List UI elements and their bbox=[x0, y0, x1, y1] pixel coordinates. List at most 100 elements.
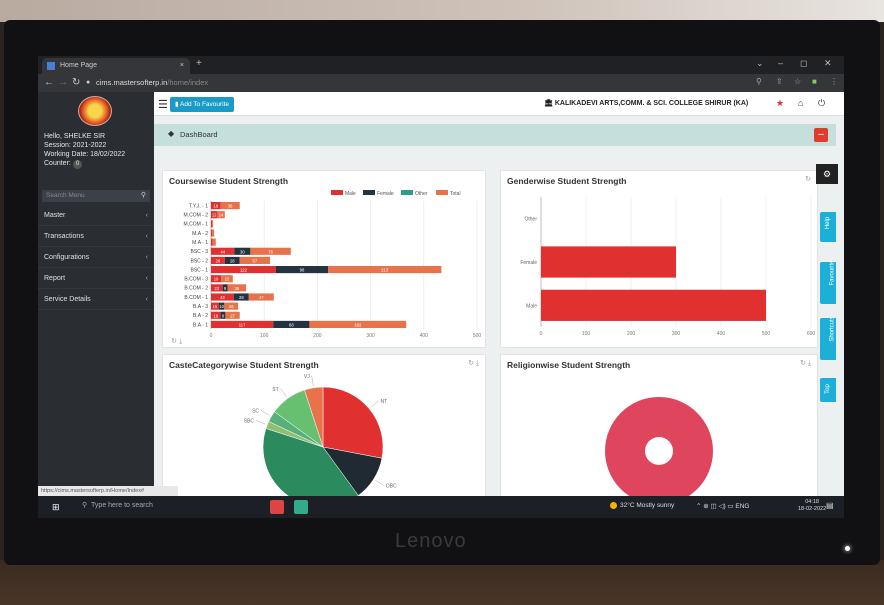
chevron-left-icon: ‹ bbox=[145, 233, 148, 240]
bar-value-label: 10 bbox=[219, 304, 224, 309]
religionwise-chart bbox=[605, 397, 713, 501]
refresh-download-icon: ↻ ⤓ bbox=[171, 337, 182, 345]
settings-gear-icon[interactable]: ⚙ bbox=[816, 164, 838, 184]
system-tray[interactable]: ⌃ ⊕ ◫ ◁) ▭ ENG bbox=[696, 502, 749, 510]
pie-leader-line bbox=[260, 410, 270, 416]
hamburger-icon[interactable]: ☰ bbox=[158, 98, 168, 111]
browser-tabbar: Home Page × + ⌄ – ◻ ✕ bbox=[38, 56, 844, 74]
y-tick-label: M.COM - 1 bbox=[184, 222, 209, 228]
extension-icon[interactable]: ■ bbox=[812, 77, 817, 86]
weather[interactable]: 32°C Mostly sunny bbox=[610, 502, 674, 509]
bar-value-label: 14 bbox=[219, 213, 224, 218]
donut-hole bbox=[645, 437, 673, 465]
clock[interactable]: 04:18 18-02-2022 bbox=[798, 499, 826, 513]
new-tab-icon[interactable]: + bbox=[196, 58, 202, 69]
sidebar-item-configurations[interactable]: Configurations ‹ bbox=[38, 248, 154, 268]
y-tick-label: BSC - 1 bbox=[190, 267, 208, 273]
pie-label: NT bbox=[380, 399, 387, 405]
browser-tab[interactable]: Home Page × bbox=[42, 58, 190, 74]
sidebar-item-transactions[interactable]: Transactions ‹ bbox=[38, 227, 154, 247]
coursewise-panel: Coursewise Student Strength Male Female Ot… bbox=[162, 170, 486, 348]
power-icon[interactable]: ⏻ bbox=[818, 98, 825, 109]
address-bar: ← → ↻ ● cims.mastersofterp.in/home/index… bbox=[38, 74, 844, 92]
minimize-icon[interactable]: – bbox=[778, 58, 783, 68]
x-tick-label: 300 bbox=[672, 331, 681, 337]
sidebar-item-master[interactable]: Master ‹ bbox=[38, 206, 154, 226]
close-icon[interactable]: × bbox=[180, 58, 184, 74]
pie-leader-line bbox=[370, 400, 379, 408]
bar-value-label: 15 bbox=[213, 304, 218, 309]
legend-swatch bbox=[363, 190, 375, 195]
top-tab[interactable]: Top bbox=[820, 378, 836, 402]
reload-icon[interactable]: ↻ bbox=[72, 77, 80, 88]
y-tick-label: T.Y.J. - 1 bbox=[189, 203, 208, 209]
chevron-down-icon[interactable]: ⌄ bbox=[756, 58, 764, 69]
pie-label: SC bbox=[252, 408, 259, 414]
bar-segment bbox=[212, 220, 214, 228]
sidebar-item-report[interactable]: Report ‹ bbox=[38, 269, 154, 289]
y-tick-label: B.COM - 1 bbox=[184, 295, 208, 301]
legend-label: Male bbox=[345, 191, 356, 197]
bar-value-label: 182 bbox=[354, 322, 362, 327]
home-icon[interactable]: ⌂ bbox=[798, 98, 803, 108]
pie-label: OBC bbox=[386, 484, 397, 490]
bar-segment bbox=[211, 220, 213, 228]
bar-segment bbox=[211, 238, 213, 246]
chevron-left-icon: ‹ bbox=[145, 275, 148, 282]
y-tick-label: B.COM - 2 bbox=[184, 286, 208, 292]
pie-leader-line bbox=[255, 420, 266, 425]
menu-dots-icon[interactable]: ⋮ bbox=[830, 77, 838, 86]
castecategory-chart: NTOBCOPENSBCSCSTVJ bbox=[244, 374, 397, 501]
pie-slice bbox=[322, 386, 384, 459]
url-field[interactable]: cims.mastersofterp.in/home/index bbox=[96, 78, 208, 87]
search-icon[interactable]: ⚲ bbox=[141, 190, 146, 202]
taskbar-search[interactable]: ⚲ Type here to search bbox=[82, 501, 153, 509]
x-tick-label: 0 bbox=[210, 333, 213, 339]
session: Session: 2021-2022 bbox=[44, 142, 107, 149]
notification-icon[interactable]: ▤ bbox=[826, 501, 834, 510]
bar-segment bbox=[212, 238, 216, 246]
bar-value-label: 76 bbox=[268, 249, 273, 254]
legend-label: Other bbox=[415, 191, 428, 197]
y-tick-label: B.A - 2 bbox=[193, 313, 208, 319]
college-logo bbox=[78, 96, 112, 126]
collapse-button[interactable]: – bbox=[814, 128, 828, 142]
favourite-tab[interactable]: Favourite bbox=[820, 260, 836, 304]
lock-icon: ● bbox=[86, 79, 91, 86]
bar-value-label: 27 bbox=[230, 313, 235, 318]
close-window-icon[interactable]: ✕ bbox=[824, 58, 832, 69]
search-icon[interactable]: ⚲ bbox=[756, 77, 762, 86]
back-icon[interactable]: ← bbox=[44, 77, 54, 88]
bar-value-label: 28 bbox=[239, 295, 244, 300]
maximize-icon[interactable]: ◻ bbox=[800, 58, 807, 69]
forward-icon[interactable]: → bbox=[58, 77, 68, 88]
windows-start-icon[interactable]: ⊞ bbox=[52, 502, 60, 513]
bar-segment bbox=[212, 229, 215, 237]
y-tick-label: Other bbox=[524, 217, 537, 223]
share-icon[interactable]: ⇪ bbox=[776, 77, 783, 86]
x-tick-label: 300 bbox=[366, 333, 375, 339]
shortcuts-tab[interactable]: Shortcuts bbox=[820, 316, 836, 360]
counter: Counter: 0 bbox=[44, 159, 125, 169]
pie-leader-line bbox=[375, 480, 384, 486]
star-icon[interactable]: ★ bbox=[776, 98, 784, 109]
counter-badge: 0 bbox=[72, 160, 83, 169]
status-url: https://cims.mastersofterp.in/Home/Index… bbox=[38, 486, 178, 496]
desk bbox=[0, 560, 884, 605]
x-tick-label: 200 bbox=[627, 331, 636, 337]
y-tick-label: B.COM - 3 bbox=[184, 277, 208, 283]
help-tab[interactable]: Help bbox=[820, 212, 836, 242]
x-tick-label: 100 bbox=[260, 333, 269, 339]
add-to-favourite-button[interactable]: ▮ Add To Favourite bbox=[170, 97, 235, 112]
bar-value-label: 19 bbox=[214, 277, 219, 282]
browser-app-icon[interactable] bbox=[294, 500, 308, 514]
star-icon[interactable]: ☆ bbox=[794, 77, 801, 86]
pie-label: VJ bbox=[304, 374, 310, 380]
bar-value-label: 47 bbox=[259, 295, 264, 300]
bar-value-label: 68 bbox=[289, 322, 294, 327]
app-icon[interactable] bbox=[270, 500, 284, 514]
pie-label: SBC bbox=[244, 418, 255, 424]
bar-value-label: 22 bbox=[215, 286, 220, 291]
sidebar-item-service-details[interactable]: Service Details ‹ bbox=[38, 290, 154, 310]
search-menu-input[interactable]: Search Menu ⚲ bbox=[42, 190, 150, 202]
